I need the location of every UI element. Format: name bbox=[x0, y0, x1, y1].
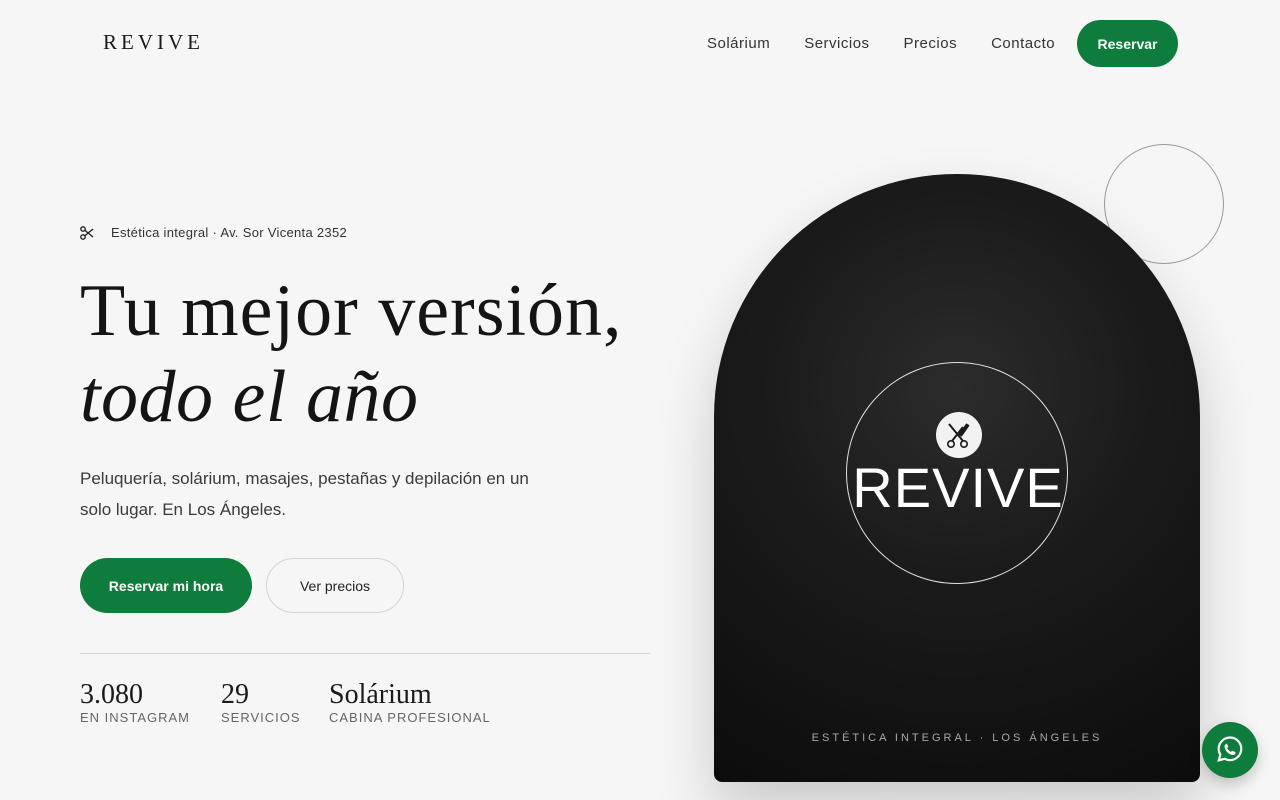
stat-label: EN INSTAGRAM bbox=[80, 710, 190, 725]
hero-lead: Peluquería, solárium, masajes, pestañas … bbox=[80, 469, 529, 519]
stat-value: Solárium bbox=[329, 679, 432, 710]
brand-emblem: REVIVE bbox=[846, 362, 1068, 584]
stat-label: CABINA PROFESIONAL bbox=[329, 710, 491, 725]
divider bbox=[80, 653, 650, 654]
hero-title: Tu mejor versión, todo el año bbox=[80, 268, 623, 440]
hero-eyebrow: Estética integral · Av. Sor Vicenta 2352 bbox=[80, 225, 347, 240]
stat-servicios: 29 SERVICIOS bbox=[221, 678, 301, 725]
stat-instagram: 3.080 EN INSTAGRAM bbox=[80, 678, 190, 725]
nav-link-solarium[interactable]: Solárium bbox=[707, 35, 770, 52]
stat-value: 29 bbox=[221, 679, 249, 710]
reservar-mi-hora-button[interactable]: Reservar mi hora bbox=[80, 558, 252, 613]
main-nav: Solárium Servicios Precios Contacto bbox=[707, 35, 1089, 52]
site-header: REVIVE Solárium Servicios Precios Contac… bbox=[0, 0, 1280, 88]
reservar-button[interactable]: Reservar bbox=[1077, 20, 1178, 67]
hero-title-line2: todo el año bbox=[80, 356, 419, 438]
scissors-icon bbox=[80, 225, 94, 240]
stat-value: 3.080 bbox=[80, 679, 143, 710]
scissors-comb-icon bbox=[936, 412, 982, 458]
emblem-brand-name: REVIVE bbox=[852, 456, 1064, 519]
card-caption: ESTÉTICA INTEGRAL · LOS ÁNGELES bbox=[811, 732, 1103, 744]
eyebrow-text: Estética integral · Av. Sor Vicenta 2352 bbox=[111, 225, 348, 240]
brand-card: REVIVE ESTÉTICA INTEGRAL · LOS ÁNGELES bbox=[714, 174, 1200, 782]
logo[interactable]: REVIVE bbox=[103, 30, 204, 55]
stat-solarium: Solárium CABINA PROFESIONAL bbox=[329, 678, 491, 725]
nav-link-servicios[interactable]: Servicios bbox=[804, 35, 869, 52]
nav-link-contacto[interactable]: Contacto bbox=[991, 35, 1055, 52]
whatsapp-icon bbox=[1215, 734, 1245, 767]
ver-precios-button[interactable]: Ver precios bbox=[266, 558, 404, 613]
nav-link-precios[interactable]: Precios bbox=[904, 35, 958, 52]
whatsapp-button[interactable] bbox=[1202, 722, 1258, 778]
hero-title-line1: Tu mejor versión, bbox=[80, 270, 623, 352]
stat-label: SERVICIOS bbox=[221, 710, 301, 725]
